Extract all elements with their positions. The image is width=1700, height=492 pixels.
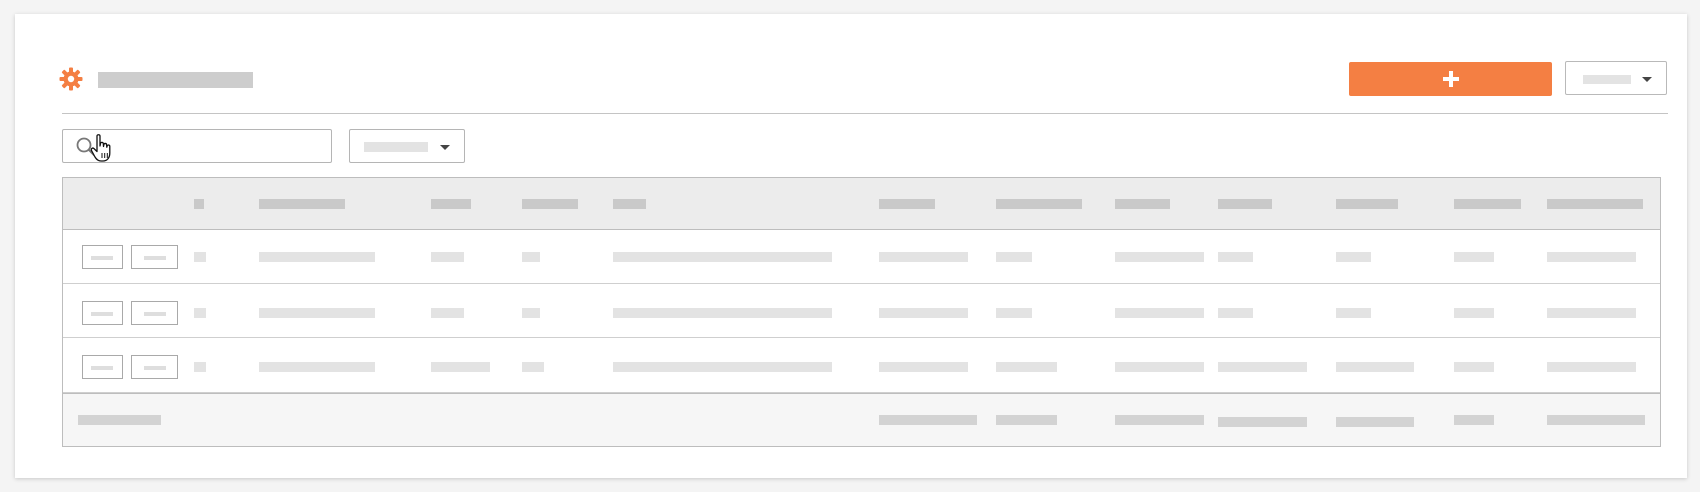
table-cell — [879, 308, 968, 318]
column-header[interactable] — [431, 199, 471, 209]
footer-total — [1218, 417, 1307, 427]
table-cell — [996, 362, 1057, 372]
table-cell — [1547, 308, 1636, 318]
column-header[interactable] — [1218, 199, 1272, 209]
gear-icon — [59, 67, 83, 91]
header-divider — [62, 113, 1668, 114]
table-cell — [1336, 308, 1371, 318]
row-edit-button[interactable] — [131, 355, 178, 379]
footer-total — [1454, 415, 1494, 425]
table-cell — [879, 252, 968, 262]
data-table — [62, 177, 1661, 447]
footer-total — [1547, 415, 1645, 425]
column-header[interactable] — [879, 199, 935, 209]
table-cell — [996, 308, 1032, 318]
column-header[interactable] — [613, 199, 646, 209]
search-input[interactable] — [103, 134, 327, 160]
column-header[interactable] — [996, 199, 1082, 209]
table-cell — [522, 308, 540, 318]
column-header[interactable] — [1115, 199, 1170, 209]
table-cell — [1218, 252, 1253, 262]
table-cell — [259, 252, 375, 262]
table-row — [63, 338, 1660, 393]
table-row — [63, 284, 1660, 338]
table-cell — [194, 362, 206, 372]
dropdown-label — [1583, 75, 1631, 84]
table-cell — [1115, 252, 1204, 262]
actions-dropdown[interactable] — [1565, 61, 1667, 95]
table-cell — [1547, 252, 1636, 262]
footer-total — [996, 415, 1057, 425]
table-cell — [259, 362, 375, 372]
table-cell — [613, 252, 832, 262]
table-cell — [431, 308, 464, 318]
row-edit-button[interactable] — [131, 301, 178, 325]
table-cell — [879, 362, 968, 372]
table-cell — [613, 362, 832, 372]
plus-icon — [1442, 71, 1459, 87]
row-edit-button[interactable] — [131, 245, 178, 269]
table-cell — [1115, 308, 1204, 318]
table-cell — [1218, 362, 1307, 372]
table-cell — [613, 308, 832, 318]
add-button[interactable] — [1349, 62, 1552, 96]
table-cell — [259, 308, 375, 318]
row-view-button[interactable] — [82, 355, 123, 379]
table-cell — [1115, 362, 1204, 372]
column-header[interactable] — [259, 199, 345, 209]
column-header[interactable] — [522, 199, 578, 209]
table-cell — [522, 362, 544, 372]
table-cell — [1454, 252, 1494, 262]
page-title — [98, 72, 253, 88]
table-header — [63, 178, 1660, 230]
table-cell — [1454, 362, 1494, 372]
table-cell — [1454, 308, 1494, 318]
footer-total — [1336, 417, 1414, 427]
footer-label — [78, 415, 161, 425]
footer-total — [879, 415, 977, 425]
page-card — [15, 14, 1687, 478]
filter-dropdown[interactable] — [349, 129, 465, 163]
row-view-button[interactable] — [82, 245, 123, 269]
table-cell — [1336, 362, 1414, 372]
table-row — [63, 230, 1660, 284]
column-header[interactable] — [1547, 199, 1643, 209]
column-header[interactable] — [1336, 199, 1398, 209]
row-view-button[interactable] — [82, 301, 123, 325]
table-cell — [522, 252, 540, 262]
caret-down-icon — [440, 145, 450, 150]
column-header[interactable] — [1454, 199, 1521, 209]
column-header[interactable] — [194, 199, 204, 209]
table-cell — [996, 252, 1032, 262]
footer-total — [1115, 415, 1204, 425]
table-cell — [1218, 308, 1253, 318]
table-footer — [63, 393, 1660, 446]
table-cell — [194, 252, 206, 262]
hand-pointer-icon — [90, 134, 111, 162]
table-cell — [1336, 252, 1371, 262]
table-cell — [194, 308, 206, 318]
table-cell — [1547, 362, 1636, 372]
caret-down-icon — [1642, 77, 1652, 82]
table-cell — [431, 252, 464, 262]
table-cell — [431, 362, 490, 372]
filter-label — [364, 142, 428, 152]
